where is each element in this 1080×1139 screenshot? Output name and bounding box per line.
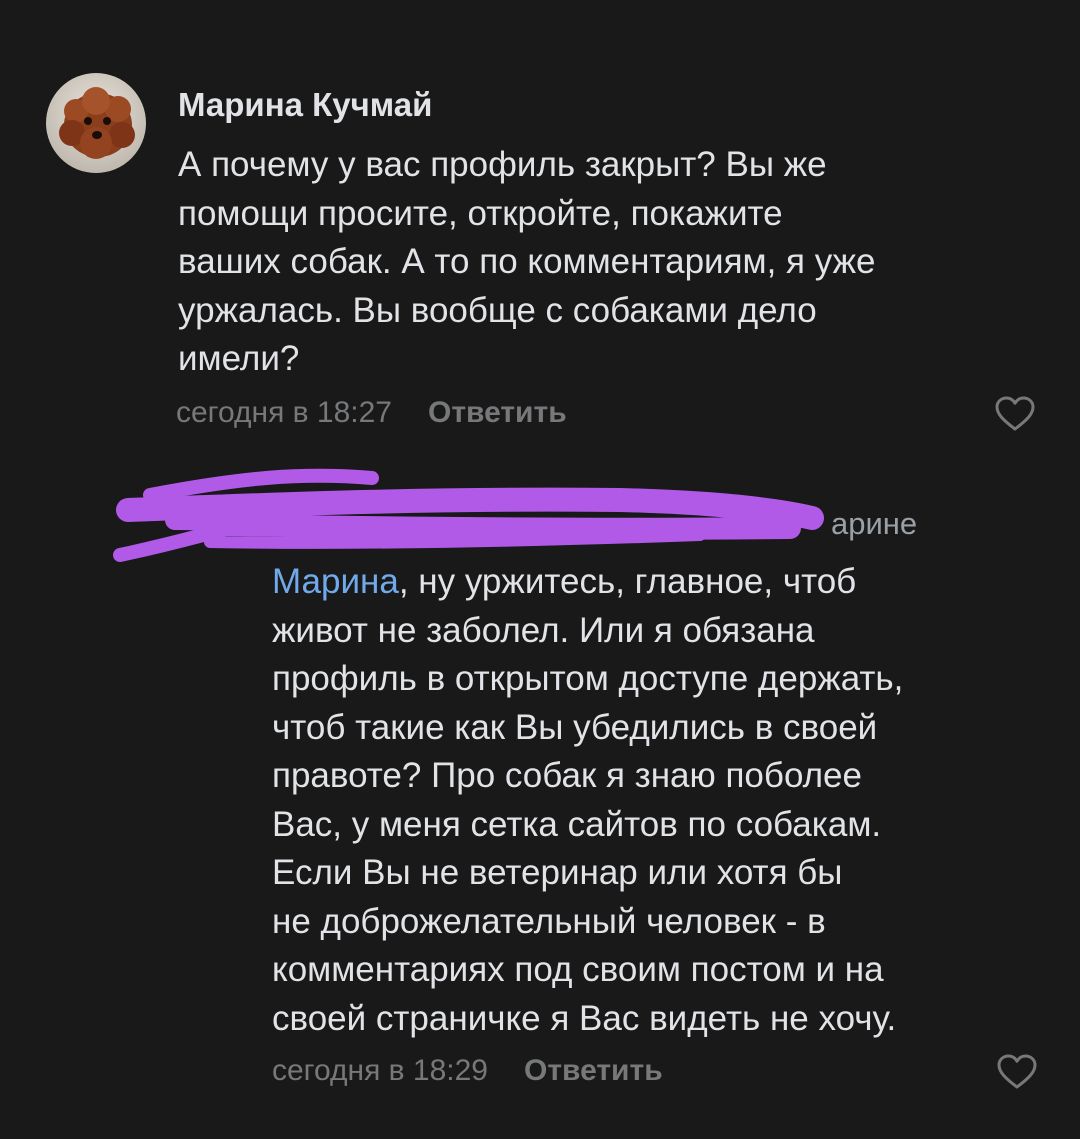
redaction-scribble — [113, 468, 824, 562]
